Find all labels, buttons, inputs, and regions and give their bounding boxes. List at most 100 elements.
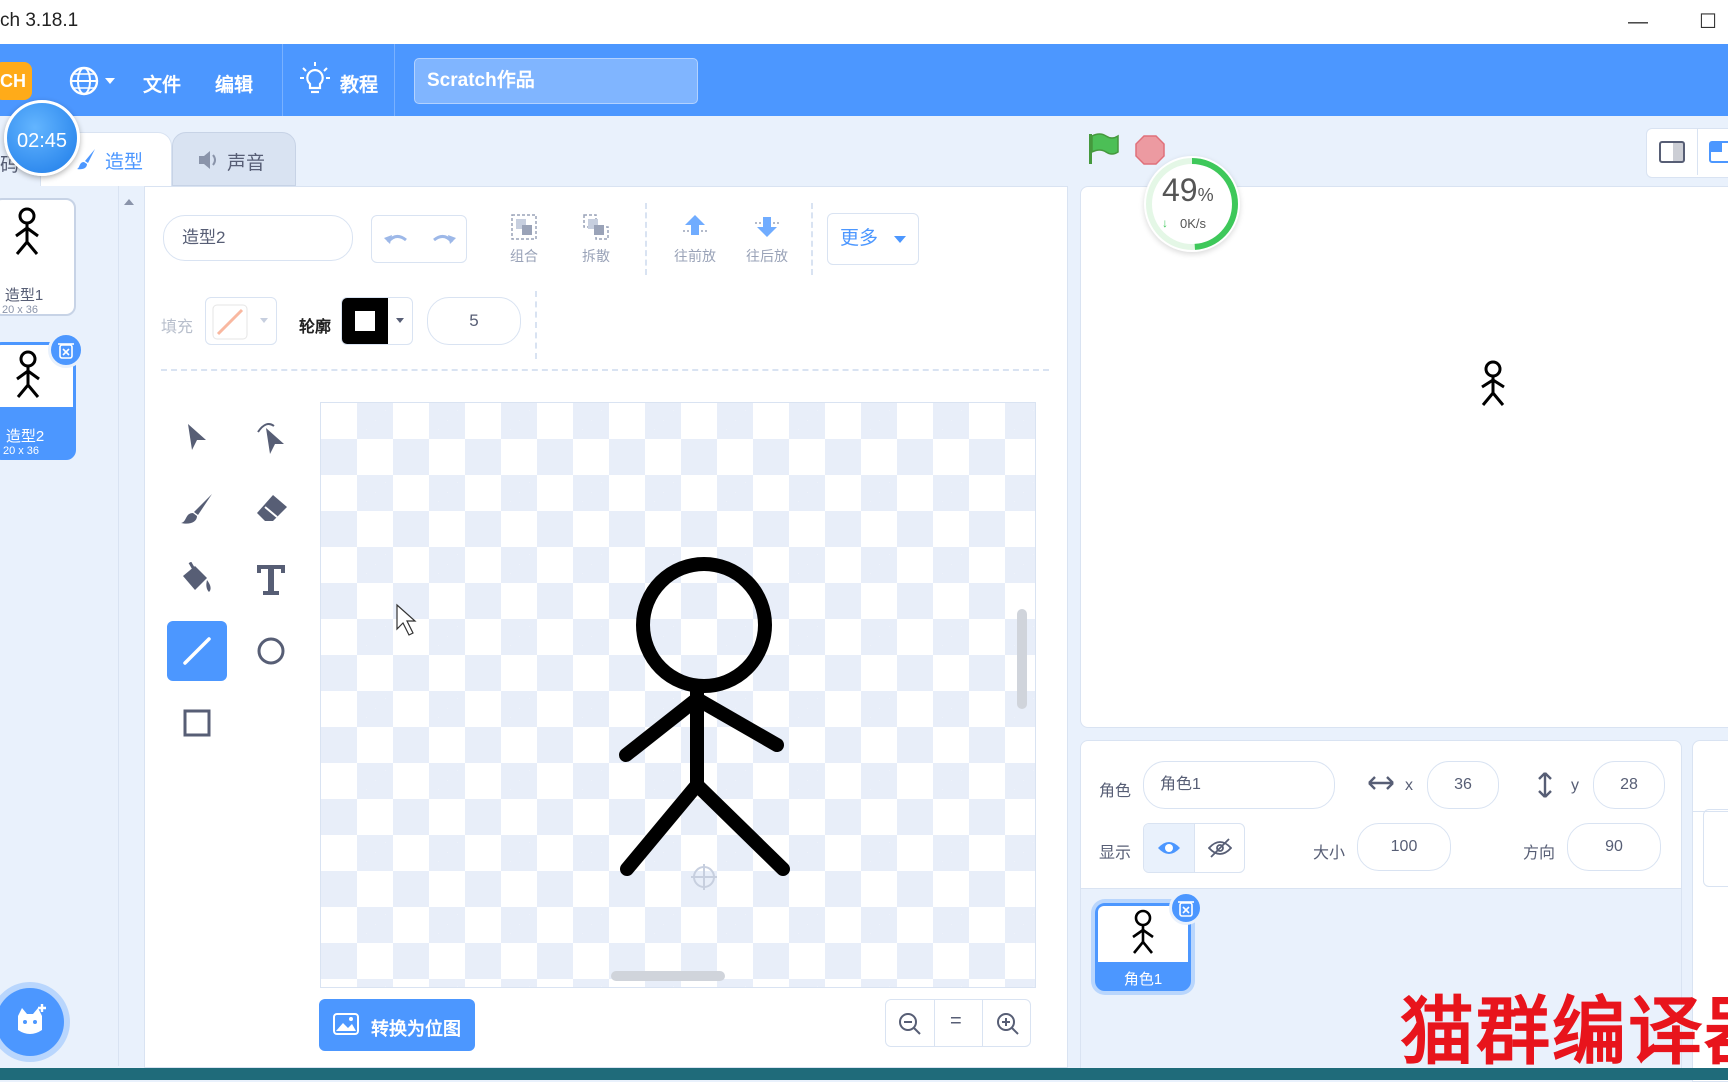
brush-icon xyxy=(181,494,212,524)
ungroup-button[interactable]: 拆散 xyxy=(573,211,619,266)
project-title-input[interactable]: Scratch作品 xyxy=(414,58,698,104)
backward-button[interactable]: 往后放 xyxy=(737,211,797,266)
no-fill-swatch-icon xyxy=(212,304,248,340)
outline-width-input[interactable]: 5 xyxy=(427,297,521,345)
image-icon xyxy=(333,1013,359,1035)
tab-sounds-label: 声音 xyxy=(227,153,266,174)
visibility-toggle xyxy=(1143,823,1245,873)
line-tool[interactable] xyxy=(167,621,227,681)
sprite-name-input[interactable]: 角色1 xyxy=(1143,761,1335,809)
costume-name: 造型2 xyxy=(5,428,45,445)
maximize-button[interactable]: ☐ xyxy=(1688,6,1728,38)
eraser-icon xyxy=(257,495,287,521)
zoom-reset-button[interactable]: = xyxy=(950,1010,962,1033)
rectangle-icon xyxy=(183,709,211,737)
scroll-up-arrow-icon[interactable] xyxy=(124,192,134,210)
costume-list: 造型1 20 x 36 造型2 20 x 36 xyxy=(0,186,134,1066)
outline-swatch xyxy=(342,298,388,344)
menu-divider xyxy=(394,44,395,116)
menu-bar: CH 文件 编辑 教程 Scratch作品 xyxy=(0,44,1728,116)
choose-costume-button[interactable] xyxy=(0,988,64,1056)
direction-input[interactable]: 90 xyxy=(1567,823,1661,871)
speed-percent-sign: % xyxy=(1197,185,1214,205)
costume-thumbnail-image xyxy=(16,350,40,398)
large-stage-icon[interactable] xyxy=(1709,141,1728,163)
minimize-button[interactable]: — xyxy=(1618,6,1658,38)
tab-sounds[interactable]: 声音 xyxy=(172,132,296,186)
edit-menu[interactable]: 编辑 xyxy=(215,70,253,97)
sprite-thumb-name: 角色1 xyxy=(1123,971,1163,988)
zoom-controls: = xyxy=(885,999,1031,1047)
sprite-label: 角色 xyxy=(1099,783,1132,800)
tutorials-menu[interactable]: 教程 xyxy=(340,70,378,97)
delete-sprite-button[interactable] xyxy=(1169,891,1203,925)
stage-sprite-figure[interactable] xyxy=(1477,359,1509,411)
forward-button[interactable]: 往前放 xyxy=(665,211,725,266)
vertical-scrollbar[interactable] xyxy=(1017,609,1027,709)
chevron-down-icon xyxy=(396,318,404,323)
x-input[interactable]: 36 xyxy=(1427,761,1499,809)
convert-to-bitmap-button[interactable]: 转换为位图 xyxy=(319,999,475,1051)
costume-size: 20 x 36 xyxy=(2,445,40,457)
circle-tool[interactable] xyxy=(241,621,301,681)
text-tool[interactable] xyxy=(241,549,301,609)
more-menu-button[interactable]: 更多 xyxy=(827,213,919,265)
outline-color-picker[interactable] xyxy=(341,297,413,345)
small-stage-icon[interactable] xyxy=(1659,141,1685,163)
tab-costumes-label: 造型 xyxy=(105,152,144,173)
outline-label: 轮廓 xyxy=(299,319,332,336)
size-label: 大小 xyxy=(1313,845,1346,862)
toolbar-divider xyxy=(811,203,814,275)
taskbar-strip xyxy=(0,1068,1728,1080)
costume-item[interactable]: 造型1 20 x 36 xyxy=(0,198,76,316)
toolbar-separator xyxy=(161,369,1049,372)
costume-thumbnail-image xyxy=(15,207,39,255)
undo-icon[interactable] xyxy=(384,230,410,248)
costume-size: 20 x 36 xyxy=(1,304,39,316)
stage-size-toggle xyxy=(1646,128,1728,178)
rotation-center-icon xyxy=(691,864,717,890)
hide-button[interactable] xyxy=(1195,824,1244,872)
file-menu[interactable]: 文件 xyxy=(143,70,181,97)
fill-tool[interactable] xyxy=(167,549,227,609)
brush-tool[interactable] xyxy=(167,479,227,539)
network-speed-widget: 49% ↓ 0K/s xyxy=(1144,156,1240,252)
size-input[interactable]: 100 xyxy=(1357,823,1451,871)
green-flag-icon[interactable] xyxy=(1086,132,1120,166)
y-input[interactable]: 28 xyxy=(1593,761,1665,809)
convert-to-bitmap-label: 转换为位图 xyxy=(371,1019,461,1039)
tutorials-bulb-icon[interactable] xyxy=(300,62,330,103)
speed-percent: 49 xyxy=(1162,172,1198,208)
redo-icon[interactable] xyxy=(430,230,456,248)
costume-name-input[interactable]: 造型2 xyxy=(163,215,353,261)
chevron-down-icon xyxy=(260,318,268,323)
eraser-tool[interactable] xyxy=(241,479,301,539)
show-button[interactable] xyxy=(1144,824,1194,872)
rectangle-tool[interactable] xyxy=(167,693,227,753)
watermark-text: 猫群编译器 xyxy=(1400,990,1728,1073)
drawing-canvas[interactable] xyxy=(320,402,1036,988)
group-button[interactable]: 组合 xyxy=(501,211,547,266)
zoom-out-icon[interactable] xyxy=(898,1012,922,1036)
trash-icon xyxy=(58,343,74,359)
window-title-bar: ch 3.18.1 — ☐ xyxy=(0,0,1728,45)
y-label: y xyxy=(1571,777,1579,794)
arrow-cursor-icon xyxy=(188,424,206,450)
zoom-in-icon[interactable] xyxy=(996,1012,1020,1036)
select-tool[interactable] xyxy=(167,407,227,467)
fill-color-picker[interactable] xyxy=(205,297,277,345)
costume-name: 造型1 xyxy=(4,287,44,304)
delete-costume-button[interactable] xyxy=(48,332,84,368)
recording-timer: 02:45 xyxy=(4,100,80,176)
menu-divider xyxy=(282,44,283,116)
language-globe-icon[interactable] xyxy=(68,64,118,103)
scratch-logo[interactable]: CH xyxy=(0,62,32,100)
ungroup-label: 拆散 xyxy=(582,248,610,264)
window-title: ch 3.18.1 xyxy=(0,10,79,31)
stage[interactable] xyxy=(1080,186,1728,728)
reshape-tool[interactable] xyxy=(241,407,301,467)
forward-label: 往前放 xyxy=(674,248,716,264)
horizontal-scrollbar[interactable] xyxy=(611,971,725,981)
stick-figure-drawing[interactable] xyxy=(321,403,1035,987)
circle-icon xyxy=(257,637,285,665)
